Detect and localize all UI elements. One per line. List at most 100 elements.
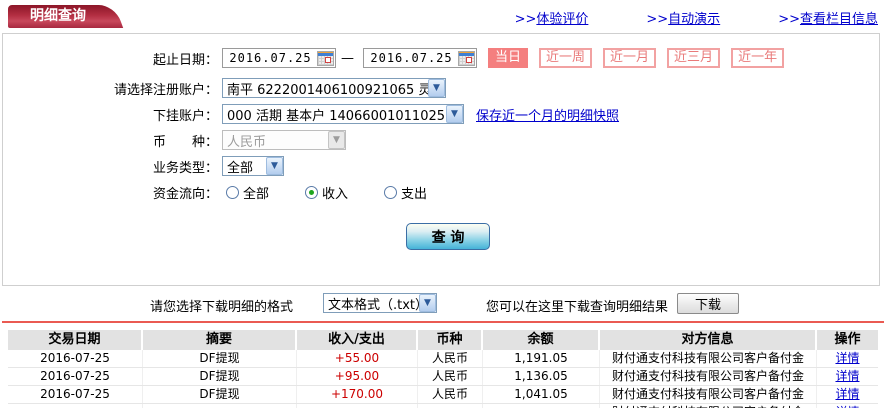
business-type-row: 业务类型： 全部 ▼ [3, 154, 879, 178]
header-counterparty: 对方信息 [600, 330, 817, 350]
cell-summary: DF提现 [143, 368, 297, 385]
link-prefix: >> [778, 12, 800, 27]
query-form: 起止日期： 2016.07.25 — 2016.07.25 当日 近一周 近一月… [2, 33, 880, 286]
start-date-value: 2016.07.25 [229, 51, 312, 65]
download-format-select[interactable]: 文本格式（.txt） ▼ [323, 293, 437, 313]
cell-amount: +95.00 [297, 368, 418, 385]
calendar-icon[interactable] [317, 50, 334, 66]
table-top-divider [2, 321, 884, 323]
cell-balance: 1,136.05 [483, 368, 600, 385]
tab-label: 明细查询 [30, 8, 86, 24]
header-amount: 收入/支出 [297, 330, 418, 350]
link-view-column-info[interactable]: >>查看栏目信息 [778, 8, 878, 27]
flow-income-label[interactable]: 收入 [322, 183, 348, 202]
cell-counterparty: 财付通支付科技有限公司客户备付金 [600, 404, 817, 408]
download-format-label: 请您选择下载明细的格式 [150, 300, 294, 315]
link-label: 自动演示 [668, 12, 721, 27]
date-range-row: 起止日期： 2016.07.25 — 2016.07.25 当日 近一周 近一月… [3, 46, 879, 70]
cell-counterparty: 财付通支付科技有限公司客户备付金 [600, 386, 817, 403]
date-range-label: 起止日期： [152, 52, 218, 68]
cell-summary [143, 404, 297, 408]
registered-account-select[interactable]: 南平 6222001406100921065 灵通卡 ▼ [222, 78, 446, 98]
query-button[interactable]: 查 询 [406, 223, 490, 250]
chevron-down-icon: ▼ [428, 79, 445, 97]
table-header-row: 交易日期 摘要 收入/支出 币种 余额 对方信息 操作 [8, 330, 878, 350]
flow-income-radio[interactable] [305, 185, 319, 199]
cell-balance: 1,041.05 [483, 386, 600, 403]
flow-all-radio[interactable] [226, 185, 239, 199]
end-date-input[interactable]: 2016.07.25 [363, 48, 477, 68]
quick-range-today-button[interactable]: 当日 [488, 48, 529, 68]
cell-counterparty: 财付通支付科技有限公司客户备付金 [600, 350, 817, 367]
download-hint: 您可以在这里下载查询明细结果 [486, 300, 669, 315]
sub-account-select[interactable]: 000 活期 基本户 1406600101102571848 ▼ [222, 104, 464, 124]
flow-expense-radio[interactable] [384, 185, 398, 199]
cell-date: 2016-07-25 [8, 386, 143, 403]
registered-account-label: 请选择注册账户： [113, 82, 218, 98]
cell-amount [297, 404, 418, 408]
header-balance: 余额 [483, 330, 600, 350]
link-label: 体验评价 [536, 12, 589, 27]
cell-balance [483, 404, 600, 408]
fund-flow-label: 资金流向： [152, 186, 218, 202]
quick-range-year-button[interactable]: 近一年 [731, 48, 785, 68]
chevron-down-icon: ▼ [419, 294, 436, 312]
sub-account-label: 下挂账户： [152, 108, 218, 124]
detail-link[interactable]: 详情 [835, 351, 859, 365]
registered-account-row: 请选择注册账户： 南平 6222001406100921065 灵通卡 ▼ [3, 76, 879, 100]
table-row: 2016-07-25 DF提现 +170.00 人民币 1,041.05 财付通… [8, 386, 878, 404]
business-type-select[interactable]: 全部 ▼ [222, 156, 284, 176]
cell-amount: +55.00 [297, 350, 418, 367]
business-type-label: 业务类型： [152, 160, 218, 176]
sub-account-row: 下挂账户： 000 活期 基本户 1406600101102571848 ▼ 保… [3, 102, 879, 126]
download-button[interactable]: 下载 [677, 293, 739, 314]
download-format-value: 文本格式（.txt） [328, 297, 419, 313]
header-action: 操作 [834, 332, 861, 347]
currency-label: 币 种： [152, 134, 218, 150]
link-label: 查看栏目信息 [799, 12, 878, 27]
quick-range-week-button[interactable]: 近一周 [539, 48, 593, 68]
table-row: 2016-07-25 DF提现 +55.00 人民币 1,191.05 财付通支… [8, 350, 878, 368]
table-row-partial: 财付通支付科技有限公司客户备付金 详情 [8, 404, 878, 408]
detail-link[interactable]: 详情 [835, 387, 859, 401]
chevron-down-icon: ▼ [446, 105, 463, 123]
cell-summary: DF提现 [143, 386, 297, 403]
currency-value: 人民币 [227, 134, 267, 150]
business-type-value: 全部 [227, 160, 254, 176]
flow-expense-label[interactable]: 支出 [401, 183, 427, 202]
link-prefix: >> [646, 12, 669, 27]
cell-date: 2016-07-25 [8, 368, 143, 385]
chevron-down-icon: ▼ [266, 157, 283, 175]
registered-account-value: 南平 6222001406100921065 灵通卡 [227, 82, 428, 98]
cell-counterparty: 财付通支付科技有限公司客户备付金 [600, 368, 817, 385]
cell-currency: 人民币 [418, 368, 483, 385]
end-date-value: 2016.07.25 [370, 51, 453, 65]
currency-select: 人民币 ▼ [222, 130, 346, 150]
detail-link[interactable]: 详情 [835, 369, 859, 383]
currency-row: 币 种： 人民币 ▼ [3, 128, 879, 152]
calendar-icon[interactable] [458, 50, 475, 66]
quick-range-month-button[interactable]: 近一月 [603, 48, 657, 68]
cell-date [8, 404, 143, 408]
quick-range-quarter-button[interactable]: 近三月 [667, 48, 721, 68]
cell-currency [418, 404, 483, 408]
save-monthly-snapshot-link[interactable]: 保存近一个月的明细快照 [476, 105, 619, 124]
link-prefix: >> [514, 12, 537, 27]
cell-amount: +170.00 [297, 386, 418, 403]
start-date-input[interactable]: 2016.07.25 [222, 48, 336, 68]
cell-currency: 人民币 [418, 386, 483, 403]
cell-currency: 人民币 [418, 350, 483, 367]
fund-flow-row: 资金流向： 全部 收入 支出 [3, 180, 879, 204]
link-experience-rating[interactable]: >>体验评价 [515, 8, 589, 27]
tab-detail-query[interactable]: 明细查询 [8, 5, 108, 28]
header-date: 交易日期 [8, 330, 143, 350]
header-currency: 币种 [418, 330, 483, 350]
transactions-table: 交易日期 摘要 收入/支出 币种 余额 对方信息 操作 2016-07-25 D… [8, 330, 878, 408]
cell-date: 2016-07-25 [8, 350, 143, 367]
header-links: >>体验评价 >>自动演示 >>查看栏目信息 [515, 8, 878, 27]
sub-account-value: 000 活期 基本户 1406600101102571848 [227, 108, 446, 124]
table-row: 2016-07-25 DF提现 +95.00 人民币 1,136.05 财付通支… [8, 368, 878, 386]
flow-all-label[interactable]: 全部 [243, 183, 269, 202]
date-separator: — [341, 50, 354, 66]
link-auto-demo[interactable]: >>自动演示 [646, 8, 720, 27]
